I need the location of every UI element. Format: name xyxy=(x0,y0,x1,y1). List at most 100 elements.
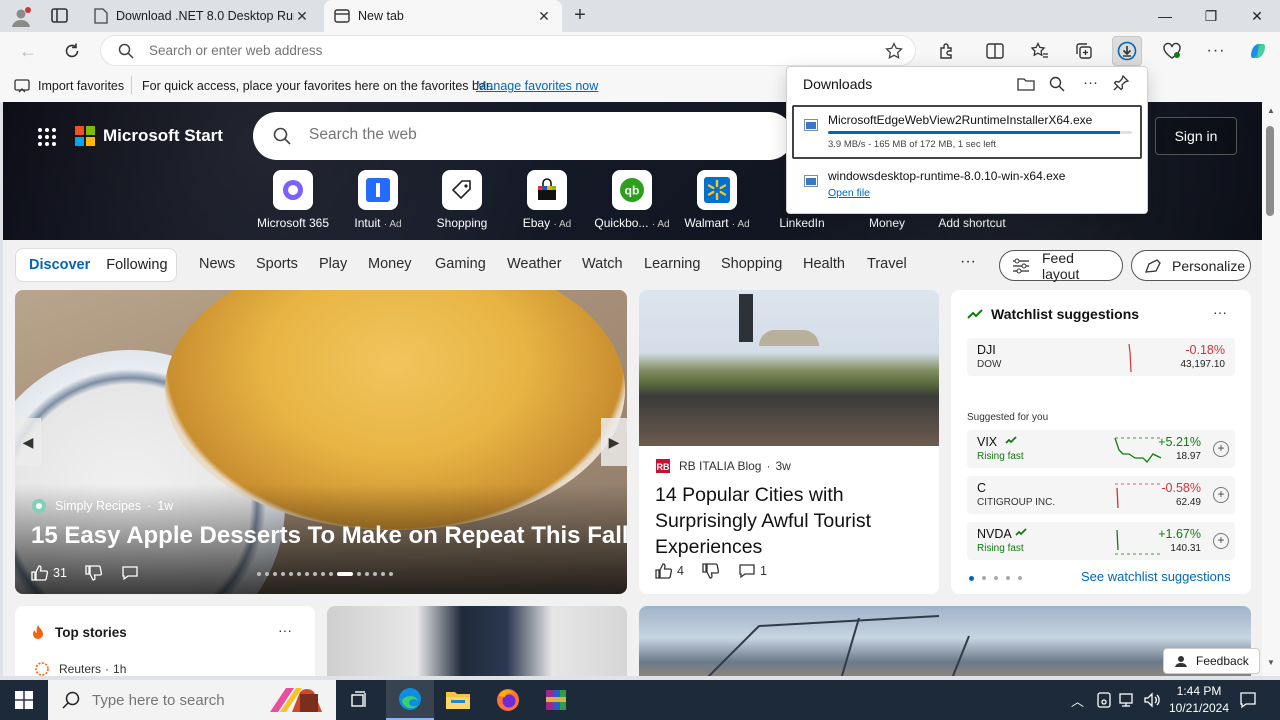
nav-sports[interactable]: Sports xyxy=(256,256,298,272)
import-favorites-button[interactable]: Import favorites xyxy=(38,79,124,93)
app-launcher-icon[interactable] xyxy=(37,127,57,147)
address-bar[interactable] xyxy=(100,35,916,66)
taskbar-edge[interactable] xyxy=(386,680,434,720)
shortcut-quickbooks[interactable]: qb Quickbo... · Ad xyxy=(590,170,674,230)
collections-icon[interactable] xyxy=(1069,36,1099,66)
close-tab-icon[interactable]: ✕ xyxy=(294,8,310,25)
split-screen-icon[interactable] xyxy=(980,36,1010,66)
nav-shopping[interactable]: Shopping xyxy=(721,256,782,272)
nav-watch[interactable]: Watch xyxy=(582,256,623,272)
open-file-link[interactable]: Open file xyxy=(828,187,870,199)
nav-play[interactable]: Play xyxy=(319,256,347,272)
network-icon[interactable] xyxy=(1119,692,1137,708)
personalize-button[interactable]: Personalize xyxy=(1131,250,1251,281)
shortcut-ebay[interactable]: Ebay · Ad xyxy=(505,170,589,230)
close-window-button[interactable]: ✕ xyxy=(1234,0,1280,32)
device-icon[interactable] xyxy=(1096,692,1112,708)
sign-in-button[interactable]: Sign in xyxy=(1155,117,1237,155)
crane-story-card[interactable] xyxy=(639,606,1251,676)
carousel-next-button[interactable]: ▶ xyxy=(601,418,627,466)
shortcut-walmart[interactable]: Walmart · Ad xyxy=(675,170,759,230)
tab-dotnet-download[interactable]: Download .NET 8.0 Desktop Runt ✕ xyxy=(84,0,320,32)
nav-money[interactable]: Money xyxy=(368,256,412,272)
watchlist-row-nvda[interactable]: NVDA Rising fast +1.67% 140.31 + xyxy=(967,522,1235,560)
feed-layout-button[interactable]: Feed layout xyxy=(999,250,1123,282)
scrollbar-thumb[interactable] xyxy=(1266,126,1274,216)
see-watchlist-link[interactable]: See watchlist suggestions xyxy=(1081,569,1231,584)
notifications-icon[interactable] xyxy=(1239,691,1257,709)
address-input[interactable] xyxy=(149,43,789,58)
add-to-watchlist-button[interactable]: + xyxy=(1213,441,1229,457)
add-to-watchlist-button[interactable]: + xyxy=(1213,487,1229,503)
close-tab-icon[interactable]: ✕ xyxy=(536,8,552,25)
tab-new-tab[interactable]: New tab ✕ xyxy=(324,0,562,32)
carousel-dots[interactable] xyxy=(257,572,393,576)
nav-news[interactable]: News xyxy=(199,256,235,272)
taskbar-search-input[interactable] xyxy=(92,691,242,709)
following-tab[interactable]: Following xyxy=(106,257,167,273)
comment-icon[interactable] xyxy=(738,562,756,580)
watchlist-pager-dots[interactable] xyxy=(969,576,1022,581)
nav-weather[interactable]: Weather xyxy=(507,256,562,272)
watchlist-more-button[interactable]: ··· xyxy=(1213,304,1227,320)
manage-favorites-link[interactable]: Manage favorites now xyxy=(476,79,598,93)
web-search-input[interactable] xyxy=(309,126,749,144)
add-to-watchlist-button[interactable]: + xyxy=(1213,533,1229,549)
nav-travel[interactable]: Travel xyxy=(867,256,907,272)
nav-more-button[interactable]: ··· xyxy=(960,253,976,271)
nav-learning[interactable]: Learning xyxy=(644,256,700,272)
fashion-story-card[interactable] xyxy=(327,606,627,676)
main-story-card[interactable]: ◀ ▶ Simply Recipes · 1w 15 Easy Apple De… xyxy=(15,290,627,594)
taskbar-file-explorer[interactable] xyxy=(434,680,482,720)
tray-overflow-icon[interactable]: ︿ xyxy=(1071,691,1084,710)
favorite-star-icon[interactable] xyxy=(885,42,903,60)
task-view-button[interactable] xyxy=(336,680,384,720)
favorites-icon[interactable] xyxy=(1025,36,1055,66)
feedback-button[interactable]: Feedback xyxy=(1163,648,1260,674)
discover-tab[interactable]: Discover xyxy=(29,257,90,273)
download-item-desktop-runtime[interactable]: windowsdesktop-runtime-8.0.10-win-x64.ex… xyxy=(792,163,1142,207)
profile-icon[interactable] xyxy=(10,6,32,28)
start-button[interactable] xyxy=(0,680,48,720)
story-headline[interactable]: 15 Easy Apple Desserts To Make on Repeat… xyxy=(31,522,627,550)
minimize-button[interactable]: — xyxy=(1142,0,1188,32)
like-icon[interactable] xyxy=(655,562,673,580)
back-icon[interactable]: ← xyxy=(13,36,43,66)
extensions-icon[interactable] xyxy=(932,36,962,66)
shortcut-microsoft365[interactable]: Microsoft 365 xyxy=(251,170,335,230)
tab-actions-icon[interactable] xyxy=(50,7,70,25)
nav-gaming[interactable]: Gaming xyxy=(435,256,486,272)
story-headline[interactable]: 14 Popular Cities with Surprisingly Awfu… xyxy=(655,482,925,560)
settings-more-icon[interactable]: ··· xyxy=(1201,36,1231,66)
web-search-box[interactable] xyxy=(253,112,793,160)
top-stories-more-button[interactable]: ··· xyxy=(278,622,292,638)
dislike-icon[interactable] xyxy=(85,564,103,582)
download-item-webview2[interactable]: MicrosoftEdgeWebView2RuntimeInstallerX64… xyxy=(792,105,1142,159)
watchlist-row-c[interactable]: C CITIGROUP INC. -0.58% 62.49 + xyxy=(967,476,1235,514)
copilot-icon[interactable] xyxy=(1243,36,1273,66)
rb-italia-story-card[interactable]: RB RB ITALIA Blog · 3w 14 Popular Cities… xyxy=(639,290,939,594)
microsoft-start-logo[interactable]: Microsoft Start xyxy=(75,126,223,146)
taskbar-search[interactable] xyxy=(48,680,336,720)
watchlist-row-vix[interactable]: VIX Rising fast +5.21% 18.97 + xyxy=(967,430,1235,468)
shortcut-intuit[interactable]: Intuit · Ad xyxy=(336,170,420,230)
shortcut-shopping[interactable]: Shopping xyxy=(420,170,504,230)
scroll-up-icon[interactable]: ▲ xyxy=(1267,106,1275,115)
pin-icon[interactable] xyxy=(1113,75,1129,91)
dislike-icon[interactable] xyxy=(702,562,720,580)
watchlist-row-dji[interactable]: DJI DOW -0.18% 43,197.10 xyxy=(967,338,1235,376)
downloads-more-icon[interactable]: ··· xyxy=(1083,74,1098,91)
search-downloads-icon[interactable] xyxy=(1049,76,1065,92)
downloads-icon[interactable] xyxy=(1112,36,1142,66)
taskbar-firefox[interactable] xyxy=(484,680,532,720)
like-icon[interactable] xyxy=(31,564,49,582)
restore-button[interactable]: ❐ xyxy=(1188,0,1234,32)
clock-date[interactable]: 10/21/2024 xyxy=(1166,701,1232,715)
volume-icon[interactable] xyxy=(1143,692,1161,708)
refresh-icon[interactable] xyxy=(57,36,87,66)
nav-health[interactable]: Health xyxy=(803,256,845,272)
new-tab-button[interactable]: + xyxy=(570,5,590,26)
performance-icon[interactable] xyxy=(1157,36,1187,66)
comment-icon[interactable] xyxy=(121,564,139,582)
taskbar-winrar[interactable] xyxy=(532,680,580,720)
